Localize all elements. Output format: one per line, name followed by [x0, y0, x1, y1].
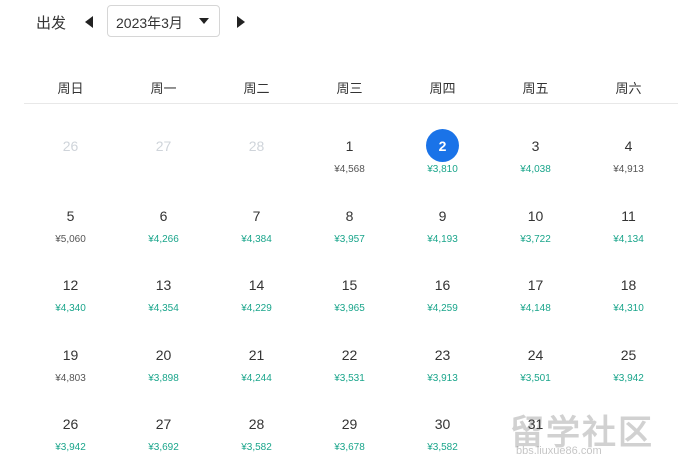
calendar-day[interactable]: 19 ¥4,803 — [24, 313, 117, 384]
calendar-day[interactable]: 26 ¥3,942 — [24, 382, 117, 453]
calendar-day-number: 24 — [527, 346, 544, 363]
calendar-day-number: 31 — [527, 416, 544, 432]
calendar-day-number: 13 — [155, 277, 172, 293]
calendar-day-number: 8 — [345, 207, 354, 224]
month-select-value: 2023年3月 — [116, 15, 183, 31]
calendar-day-number: 2 — [438, 138, 447, 154]
calendar-day[interactable]: 18 ¥4,310 — [582, 243, 675, 314]
calendar-day[interactable]: 10 ¥3,722 — [489, 174, 582, 245]
calendar-day-number: 30 — [434, 416, 451, 432]
calendar-day-price: ¥3,692 — [148, 442, 179, 453]
calendar-day: 27 — [117, 104, 210, 172]
calendar-day[interactable]: 16 ¥4,259 — [396, 243, 489, 314]
calendar-day-number: 7 — [252, 207, 261, 224]
calendar-day-number: 22 — [341, 346, 358, 363]
calendar-day[interactable]: 3 ¥4,038 — [489, 104, 582, 175]
triangle-right-icon — [237, 16, 245, 28]
calendar-day-number: 15 — [341, 277, 358, 293]
date-picker-header: 出发 2023年3月 — [0, 0, 678, 46]
calendar-day[interactable]: 4 ¥4,913 — [582, 104, 675, 175]
calendar-day-number: 5 — [66, 207, 75, 224]
calendar-day[interactable]: 14 ¥4,229 — [210, 243, 303, 314]
weekday-sat: 周六 — [615, 81, 642, 96]
calendar-day[interactable]: 30 ¥3,582 — [396, 382, 489, 453]
calendar-day-number: 10 — [527, 207, 544, 224]
calendar-day-number: 28 — [248, 416, 265, 432]
weekday-wed: 周三 — [336, 81, 363, 96]
weekday-tue: 周二 — [243, 81, 270, 96]
calendar-day-price: ¥3,582 — [427, 442, 458, 453]
month-select[interactable]: 2023年3月 — [107, 5, 220, 37]
calendar-day-number: 27 — [155, 138, 172, 154]
calendar-day[interactable]: 22 ¥3,531 — [303, 313, 396, 384]
calendar-day[interactable]: 11 ¥4,134 — [582, 174, 675, 245]
calendar-day[interactable]: 15 ¥3,965 — [303, 243, 396, 314]
calendar-day[interactable]: 17 ¥4,148 — [489, 243, 582, 314]
calendar-day-number: 20 — [155, 346, 172, 363]
calendar-day-number: 12 — [62, 277, 79, 293]
calendar-day[interactable]: 7 ¥4,384 — [210, 174, 303, 245]
calendar-day-number: 29 — [341, 416, 358, 432]
calendar-day: 28 — [210, 104, 303, 172]
calendar-day-number: 1 — [345, 138, 354, 154]
weekday-fri: 周五 — [522, 81, 549, 96]
calendar-day[interactable]: 21 ¥4,244 — [210, 313, 303, 384]
calendar-day[interactable]: 23 ¥3,913 — [396, 313, 489, 384]
calendar-day: 26 — [24, 104, 117, 172]
calendar-day[interactable]: 24 ¥3,501 — [489, 313, 582, 384]
calendar-day-number: 26 — [62, 416, 79, 432]
next-month-button[interactable] — [234, 14, 248, 30]
calendar-day[interactable]: 12 ¥4,340 — [24, 243, 117, 314]
calendar-day[interactable]: 27 ¥3,692 — [117, 382, 210, 453]
prev-month-button[interactable] — [82, 14, 96, 30]
calendar-day[interactable]: 9 ¥4,193 — [396, 174, 489, 245]
calendar-day-number: 11 — [621, 207, 636, 224]
calendar-day-number: 3 — [531, 138, 540, 154]
calendar-day[interactable]: 29 ¥3,678 — [303, 382, 396, 453]
calendar-day-price: ¥3,582 — [241, 442, 272, 453]
calendar-day-price: ¥3,942 — [55, 442, 86, 453]
calendar-day-number: 14 — [248, 277, 265, 293]
calendar-day-price: ¥3,678 — [334, 442, 365, 453]
calendar-day[interactable]: 1 ¥4,568 — [303, 104, 396, 175]
calendar-day-price: ¥3,942 — [613, 372, 644, 384]
calendar-day-number: 27 — [155, 416, 172, 432]
calendar-day[interactable]: 13 ¥4,354 — [117, 243, 210, 314]
weekday-thu: 周四 — [429, 81, 456, 96]
calendar-day[interactable]: 2 ¥3,810 — [396, 104, 489, 175]
calendar-day[interactable]: 28 ¥3,582 — [210, 382, 303, 453]
calendar-day-number: 25 — [620, 346, 637, 363]
calendar-day-number: 26 — [62, 138, 79, 154]
calendar-day[interactable]: 5 ¥5,060 — [24, 174, 117, 245]
calendar-day-number: 21 — [248, 346, 265, 363]
calendar-day[interactable]: 6 ¥4,266 — [117, 174, 210, 245]
calendar-day-number: 16 — [434, 277, 451, 293]
calendar-day[interactable]: 25 ¥3,942 — [582, 313, 675, 384]
calendar-day-number: 23 — [434, 346, 451, 363]
calendar-day[interactable]: 31 — [489, 382, 582, 450]
calendar-day-number: 6 — [159, 207, 168, 224]
calendar-day-number: 4 — [624, 138, 633, 154]
weekday-header-row: 周日 周一 周二 周三 周四 周五 周六 — [24, 78, 678, 100]
depart-label: 出发 — [36, 15, 67, 32]
calendar-day[interactable]: 8 ¥3,957 — [303, 174, 396, 245]
calendar-day[interactable]: 20 ¥3,898 — [117, 313, 210, 384]
weekday-mon: 周一 — [150, 81, 177, 96]
calendar-day-number: 17 — [527, 277, 544, 293]
calendar-day-number: 19 — [62, 346, 79, 363]
calendar-day-number: 28 — [248, 138, 265, 154]
triangle-left-icon — [85, 16, 93, 28]
weekday-sun: 周日 — [57, 81, 84, 96]
calendar-day-number: 18 — [620, 277, 637, 293]
caret-down-icon — [199, 18, 209, 24]
calendar-day-number: 9 — [438, 207, 447, 224]
calendar-grid: 26 27 28 1 ¥4,568 2 ¥3,810 3 ¥4,038 4 ¥4,913 5 ¥5,06… — [24, 104, 678, 472]
